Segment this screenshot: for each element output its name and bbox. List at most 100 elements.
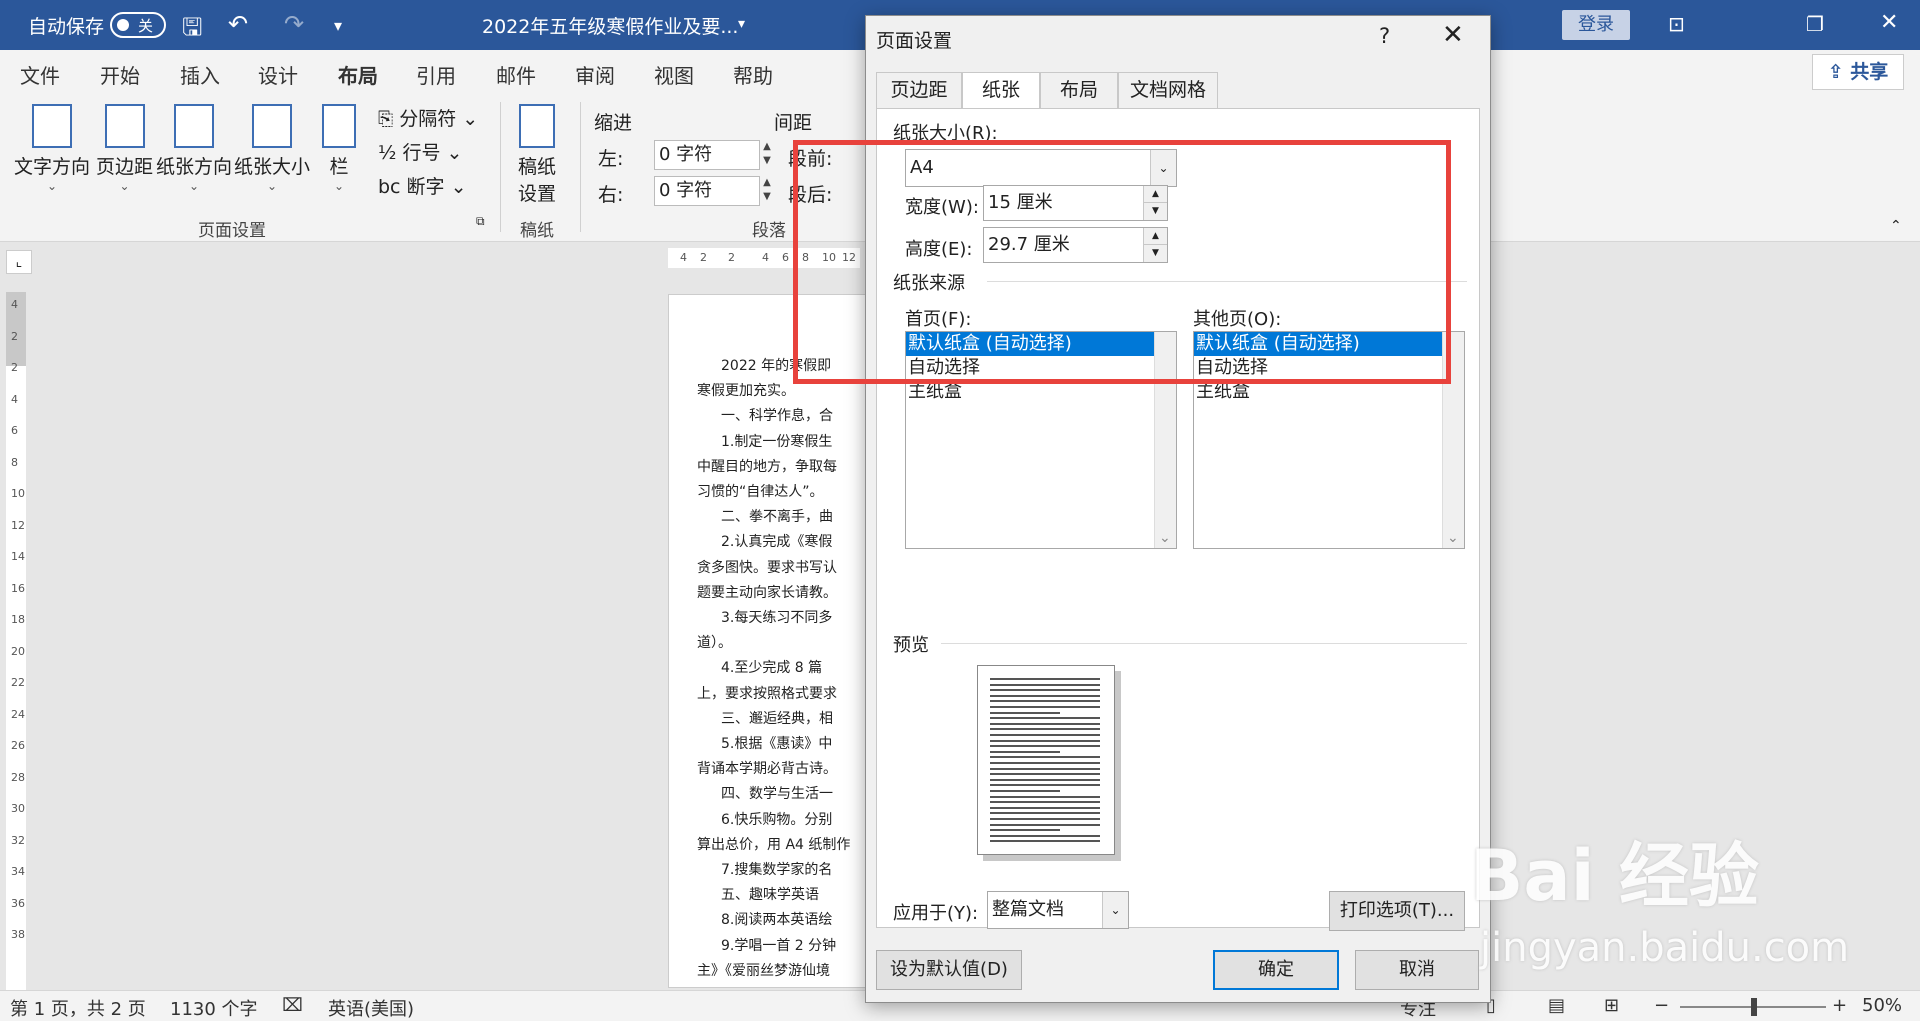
preview-line bbox=[990, 801, 1100, 804]
line-numbers-button[interactable]: ½ 行号 ⌄ bbox=[378, 138, 462, 165]
paper-tab-panel: 纸张大小(R): A4 ⌄ 宽度(W): 15 厘米 ▲ ▼ 高度(E): 29… bbox=[876, 108, 1480, 931]
redo-icon[interactable]: ↷ bbox=[284, 10, 304, 38]
tab-layout-dialog[interactable]: 布局 bbox=[1040, 72, 1118, 108]
undo-icon[interactable]: ↶ bbox=[228, 10, 248, 38]
tab-references[interactable]: 引用 bbox=[416, 60, 456, 89]
preview-line bbox=[990, 773, 1100, 776]
tab-help[interactable]: 帮助 bbox=[733, 60, 773, 89]
customize-qat-icon[interactable]: ▾ bbox=[334, 16, 342, 35]
first-page-label: 首页(F): bbox=[905, 309, 972, 330]
tab-insert[interactable]: 插入 bbox=[180, 60, 220, 89]
chevron-down-icon[interactable]: ⌄ bbox=[1150, 150, 1176, 186]
indent-right-spinner[interactable]: ▲ ▼ bbox=[760, 176, 774, 206]
tab-file[interactable]: 文件 bbox=[20, 60, 60, 89]
help-icon[interactable]: ? bbox=[1379, 24, 1390, 48]
preview-line bbox=[990, 739, 1100, 742]
list-item[interactable]: 主纸盒 bbox=[1194, 380, 1464, 404]
document-line: 1.制定一份寒假生 bbox=[721, 433, 833, 450]
list-item[interactable]: 自动选择 bbox=[1194, 356, 1464, 380]
columns-button[interactable]: 栏 ⌄ bbox=[322, 104, 356, 193]
tab-paper[interactable]: 纸张 bbox=[962, 72, 1040, 109]
chevron-down-icon: ⌄ bbox=[46, 179, 58, 193]
dialog-title: 页面设置 bbox=[876, 30, 953, 52]
horizontal-ruler[interactable]: 4 2 2 4 6 8 10 12 bbox=[668, 248, 860, 268]
tab-margins[interactable]: 页边距 bbox=[876, 72, 962, 108]
language-indicator[interactable]: 英语(美国) bbox=[328, 995, 414, 1021]
save-icon[interactable]: 🖫 bbox=[182, 10, 202, 51]
close-window-icon[interactable]: ✕ bbox=[1880, 10, 1898, 35]
list-item[interactable]: 主纸盒 bbox=[906, 380, 1176, 404]
size-button[interactable]: 纸张大小 ⌄ bbox=[234, 104, 310, 193]
ok-button[interactable]: 确定 bbox=[1213, 950, 1339, 990]
word-count[interactable]: 1130 个字 bbox=[170, 995, 258, 1021]
tab-mailings[interactable]: 邮件 bbox=[496, 60, 536, 89]
tab-review[interactable]: 审阅 bbox=[575, 60, 615, 89]
indent-right-field[interactable]: 0 字符 bbox=[654, 176, 760, 206]
tab-layout[interactable]: 布局 bbox=[338, 60, 378, 98]
title-dropdown-icon[interactable]: ▾ bbox=[738, 16, 745, 32]
margins-button[interactable]: 页边距 ⌄ bbox=[96, 104, 153, 193]
height-field[interactable]: 29.7 厘米 ▲ ▼ bbox=[983, 227, 1168, 263]
width-field[interactable]: 15 厘米 ▲ ▼ bbox=[983, 185, 1168, 221]
margins-label: 页边距 bbox=[96, 156, 154, 178]
share-button[interactable]: ⇪ 共享 bbox=[1812, 54, 1904, 90]
height-down-arrow[interactable]: ▼ bbox=[1143, 245, 1167, 262]
indent-left-spinner[interactable]: ▲ ▼ bbox=[760, 140, 774, 170]
vertical-ruler[interactable]: 4 2 2 4 6 8 10 12 14 16 18 20 22 24 26 28 30 32 34 36 38 bbox=[6, 292, 26, 992]
paragraph-group-label: 段落 bbox=[752, 221, 786, 241]
print-options-button[interactable]: 打印选项(T)... bbox=[1329, 891, 1465, 931]
list-scrollbar[interactable] bbox=[1442, 332, 1464, 548]
tab-document-grid[interactable]: 文档网格 bbox=[1118, 72, 1218, 108]
zoom-slider-thumb[interactable] bbox=[1751, 998, 1757, 1016]
close-icon[interactable]: ✕ bbox=[1442, 20, 1464, 50]
autosave-toggle[interactable]: 关 bbox=[110, 12, 166, 38]
tab-selector[interactable]: ⌞ bbox=[6, 250, 32, 274]
indent-left-field[interactable]: 0 字符 bbox=[654, 140, 760, 170]
cancel-button[interactable]: 取消 bbox=[1355, 950, 1479, 990]
zoom-in-icon[interactable]: + bbox=[1832, 995, 1847, 1016]
dialog-launcher-icon[interactable]: ⧉ bbox=[476, 214, 485, 229]
collapse-ribbon-icon[interactable]: ⌃ bbox=[1890, 218, 1902, 234]
ruler-tick: 10 bbox=[822, 251, 836, 264]
login-button[interactable]: 登录 bbox=[1562, 10, 1630, 40]
indent-left-label: 左: bbox=[598, 148, 624, 170]
preview-line bbox=[990, 818, 1100, 820]
size-label: 纸张大小 bbox=[234, 156, 311, 178]
apply-to-select[interactable]: 整篇文档 ⌄ bbox=[987, 891, 1129, 929]
tab-design[interactable]: 设计 bbox=[258, 60, 298, 89]
other-pages-list[interactable]: 默认纸盒 (自动选择) 自动选择 主纸盒 bbox=[1193, 331, 1465, 549]
restore-icon[interactable]: ❐ bbox=[1806, 12, 1824, 36]
paper-size-select[interactable]: A4 ⌄ bbox=[905, 149, 1177, 187]
proofing-icon[interactable]: ⌧ bbox=[282, 995, 303, 1016]
zoom-level[interactable]: 50% bbox=[1862, 995, 1902, 1016]
list-item[interactable]: 默认纸盒 (自动选择) bbox=[906, 332, 1176, 356]
web-layout-icon[interactable]: ⊞ bbox=[1604, 995, 1619, 1016]
document-line: 题要主动向家长请教。 bbox=[697, 584, 837, 601]
zoom-slider[interactable] bbox=[1680, 998, 1826, 1016]
height-up-arrow[interactable]: ▲ bbox=[1143, 228, 1167, 245]
print-layout-icon[interactable]: ▤ bbox=[1548, 995, 1565, 1016]
tab-view[interactable]: 视图 bbox=[654, 60, 694, 89]
ruler-tick: 34 bbox=[11, 865, 25, 878]
preview-line bbox=[990, 762, 1100, 764]
chevron-down-icon[interactable]: ⌄ bbox=[1102, 892, 1128, 928]
list-item[interactable]: 自动选择 bbox=[906, 356, 1176, 380]
width-down-arrow[interactable]: ▼ bbox=[1143, 203, 1167, 220]
height-value: 29.7 厘米 bbox=[988, 234, 1070, 255]
first-page-list[interactable]: 默认纸盒 (自动选择) 自动选择 主纸盒 bbox=[905, 331, 1177, 549]
text-direction-button[interactable]: 文字方向 ⌄ bbox=[14, 104, 90, 193]
manuscript-button[interactable]: 稿纸 设置 bbox=[518, 104, 556, 206]
page-count[interactable]: 第 1 页，共 2 页 bbox=[10, 995, 146, 1021]
width-up-arrow[interactable]: ▲ bbox=[1143, 186, 1167, 203]
list-scrollbar[interactable] bbox=[1154, 332, 1176, 548]
set-default-button[interactable]: 设为默认值(D) bbox=[876, 950, 1022, 990]
list-item[interactable]: 默认纸盒 (自动选择) bbox=[1194, 332, 1464, 356]
breaks-button[interactable]: ⎘ 分隔符 ⌄ bbox=[378, 104, 478, 131]
ribbon-display-icon[interactable]: ⊡ bbox=[1668, 12, 1685, 36]
hyphenation-button[interactable]: bc 断字 ⌄ bbox=[378, 172, 467, 199]
orientation-button[interactable]: 纸张方向 ⌄ bbox=[156, 104, 232, 193]
zoom-out-icon[interactable]: − bbox=[1654, 995, 1669, 1016]
tab-home[interactable]: 开始 bbox=[100, 60, 140, 89]
document-page[interactable]: 2022 年的寒假即 寒假更加充实。 一、科学作息，合 1.制定一份寒假生 中醒目的地方… bbox=[668, 294, 868, 988]
ruler-tick: 10 bbox=[11, 487, 25, 500]
